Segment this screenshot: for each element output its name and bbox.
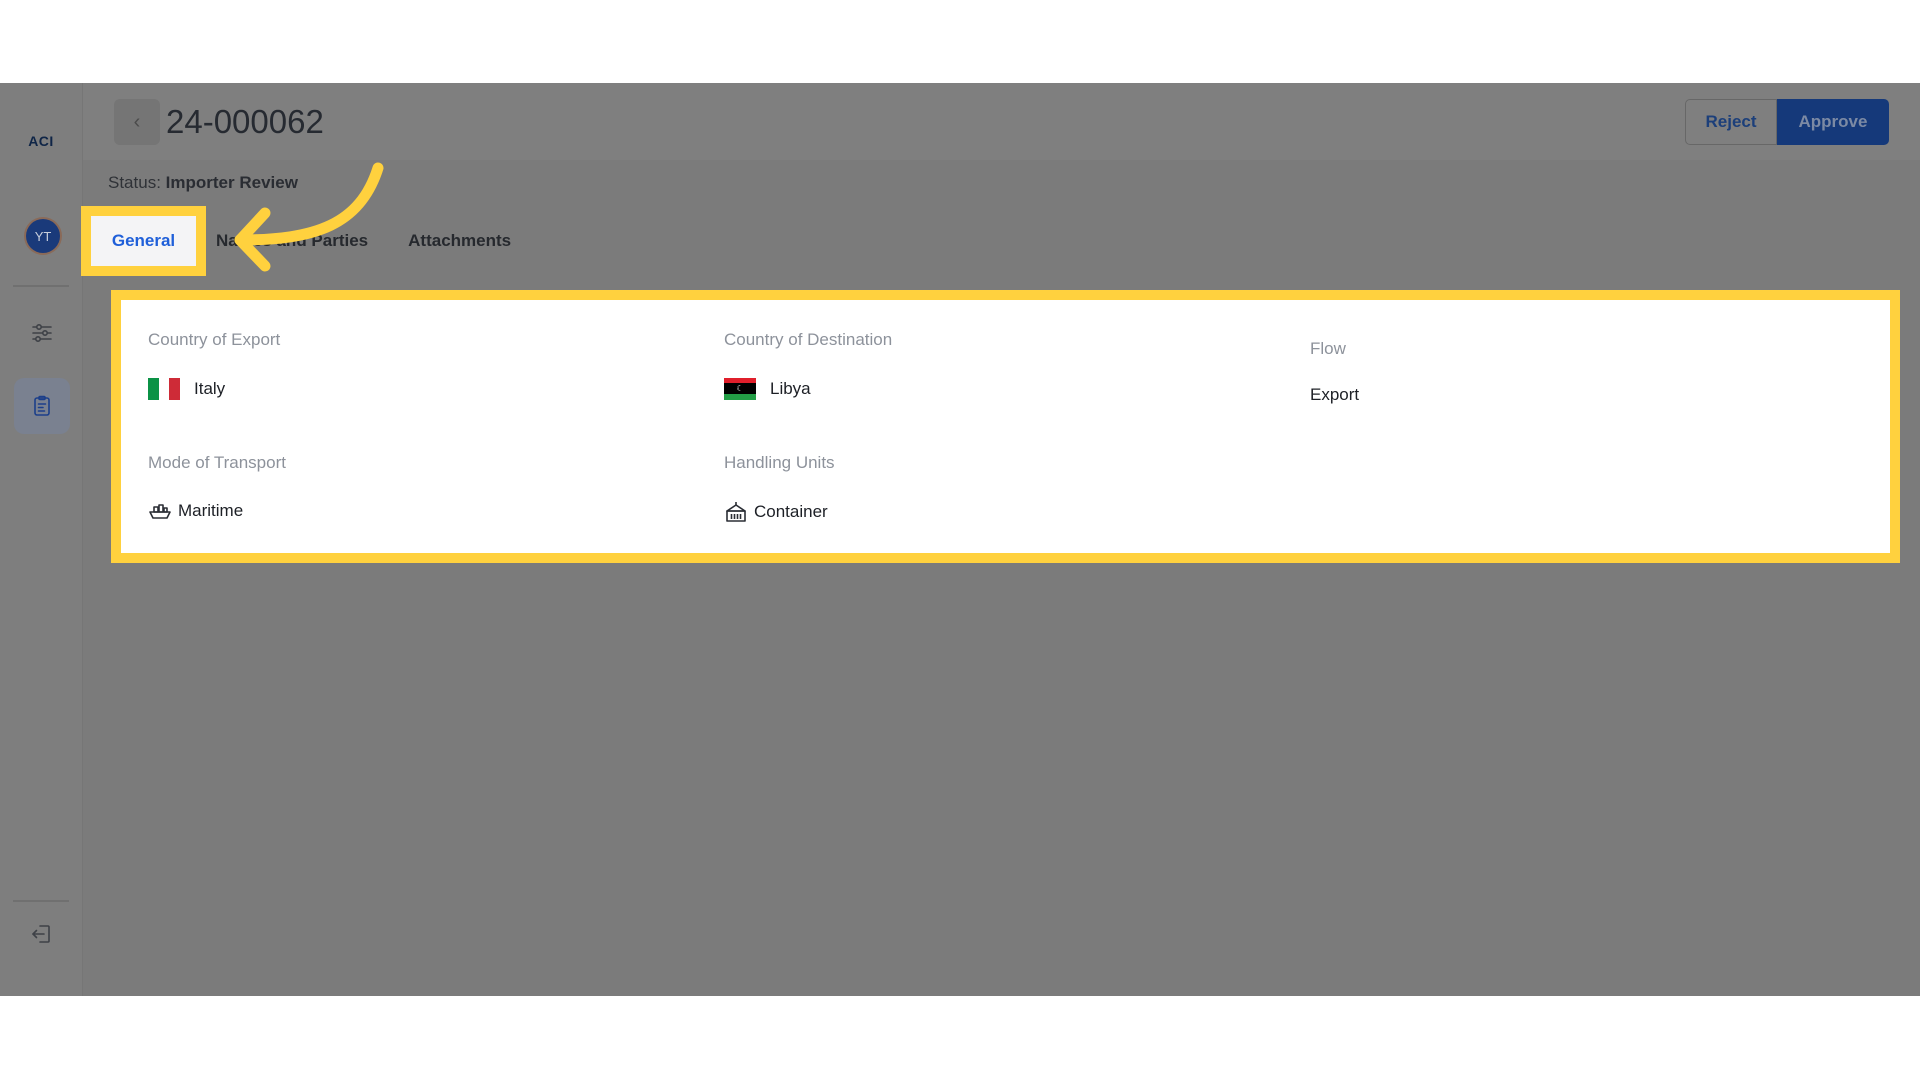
flow-value: Export (1310, 385, 1360, 404)
logout-icon (32, 925, 50, 943)
app-logo[interactable]: ACI (0, 133, 82, 149)
status-value: Importer Review (165, 173, 298, 192)
field-country-of-export: Country of Export Italy (148, 330, 280, 400)
field-handling-units: Handling Units Container (724, 453, 835, 523)
ship-icon (149, 504, 171, 519)
field-label: Country of Destination (724, 330, 893, 349)
field-value-row: Maritime (148, 501, 286, 521)
italy-flag-icon (148, 378, 181, 400)
status-line: Status: Importer Review (108, 173, 298, 193)
field-label: Handling Units (724, 453, 835, 472)
reject-button[interactable]: Reject (1685, 99, 1777, 145)
sliders-icon (32, 323, 52, 343)
field-value-row: ☾ Libya (724, 378, 892, 400)
action-buttons: Reject Approve (1685, 99, 1889, 145)
mode-of-transport-value: Maritime (178, 501, 244, 520)
page-title: 24-000062 (166, 103, 324, 140)
field-label: Country of Export (148, 330, 281, 349)
user-avatar[interactable]: YT (26, 219, 60, 253)
clipboard-icon (34, 395, 50, 416)
field-country-of-destination: Country of Destination ☾ Libya (724, 330, 892, 400)
sidebar-divider-bottom (13, 900, 69, 902)
chevron-left-icon: ‹ (133, 110, 141, 133)
page-header: ‹ 24-000062 Reject Approve (83, 83, 1920, 160)
country-of-export-value: Italy (194, 379, 226, 398)
status-prefix: Status: (108, 173, 161, 192)
approve-button[interactable]: Approve (1777, 99, 1889, 145)
libya-flag-icon: ☾ (724, 378, 756, 400)
field-label: Mode of Transport (148, 453, 286, 472)
field-label: Flow (1310, 339, 1346, 358)
tab-attachments[interactable]: Attachments (388, 216, 531, 266)
sidebar-item-filters[interactable] (14, 305, 70, 361)
field-value-row: Container (724, 501, 835, 523)
field-flow: Flow Export (1310, 339, 1359, 405)
container-icon (726, 502, 746, 522)
sidebar: ACI YT (0, 83, 83, 996)
sidebar-divider (13, 285, 69, 287)
field-mode-of-transport: Mode of Transport Maritime (148, 453, 286, 521)
country-of-destination-value: Libya (770, 379, 811, 398)
tab-general[interactable]: General (91, 216, 196, 266)
tab-bar: General Names and Parties Attachments (91, 216, 531, 266)
handling-units-value: Container (754, 502, 828, 521)
tab-names-and-parties[interactable]: Names and Parties (196, 216, 388, 266)
back-button[interactable]: ‹ (114, 99, 160, 145)
sidebar-item-declarations[interactable] (14, 378, 70, 434)
logout-button[interactable] (14, 906, 70, 962)
general-details-card: Country of Export Italy Country of Desti… (111, 290, 1900, 563)
field-value-row: Italy (148, 378, 280, 400)
